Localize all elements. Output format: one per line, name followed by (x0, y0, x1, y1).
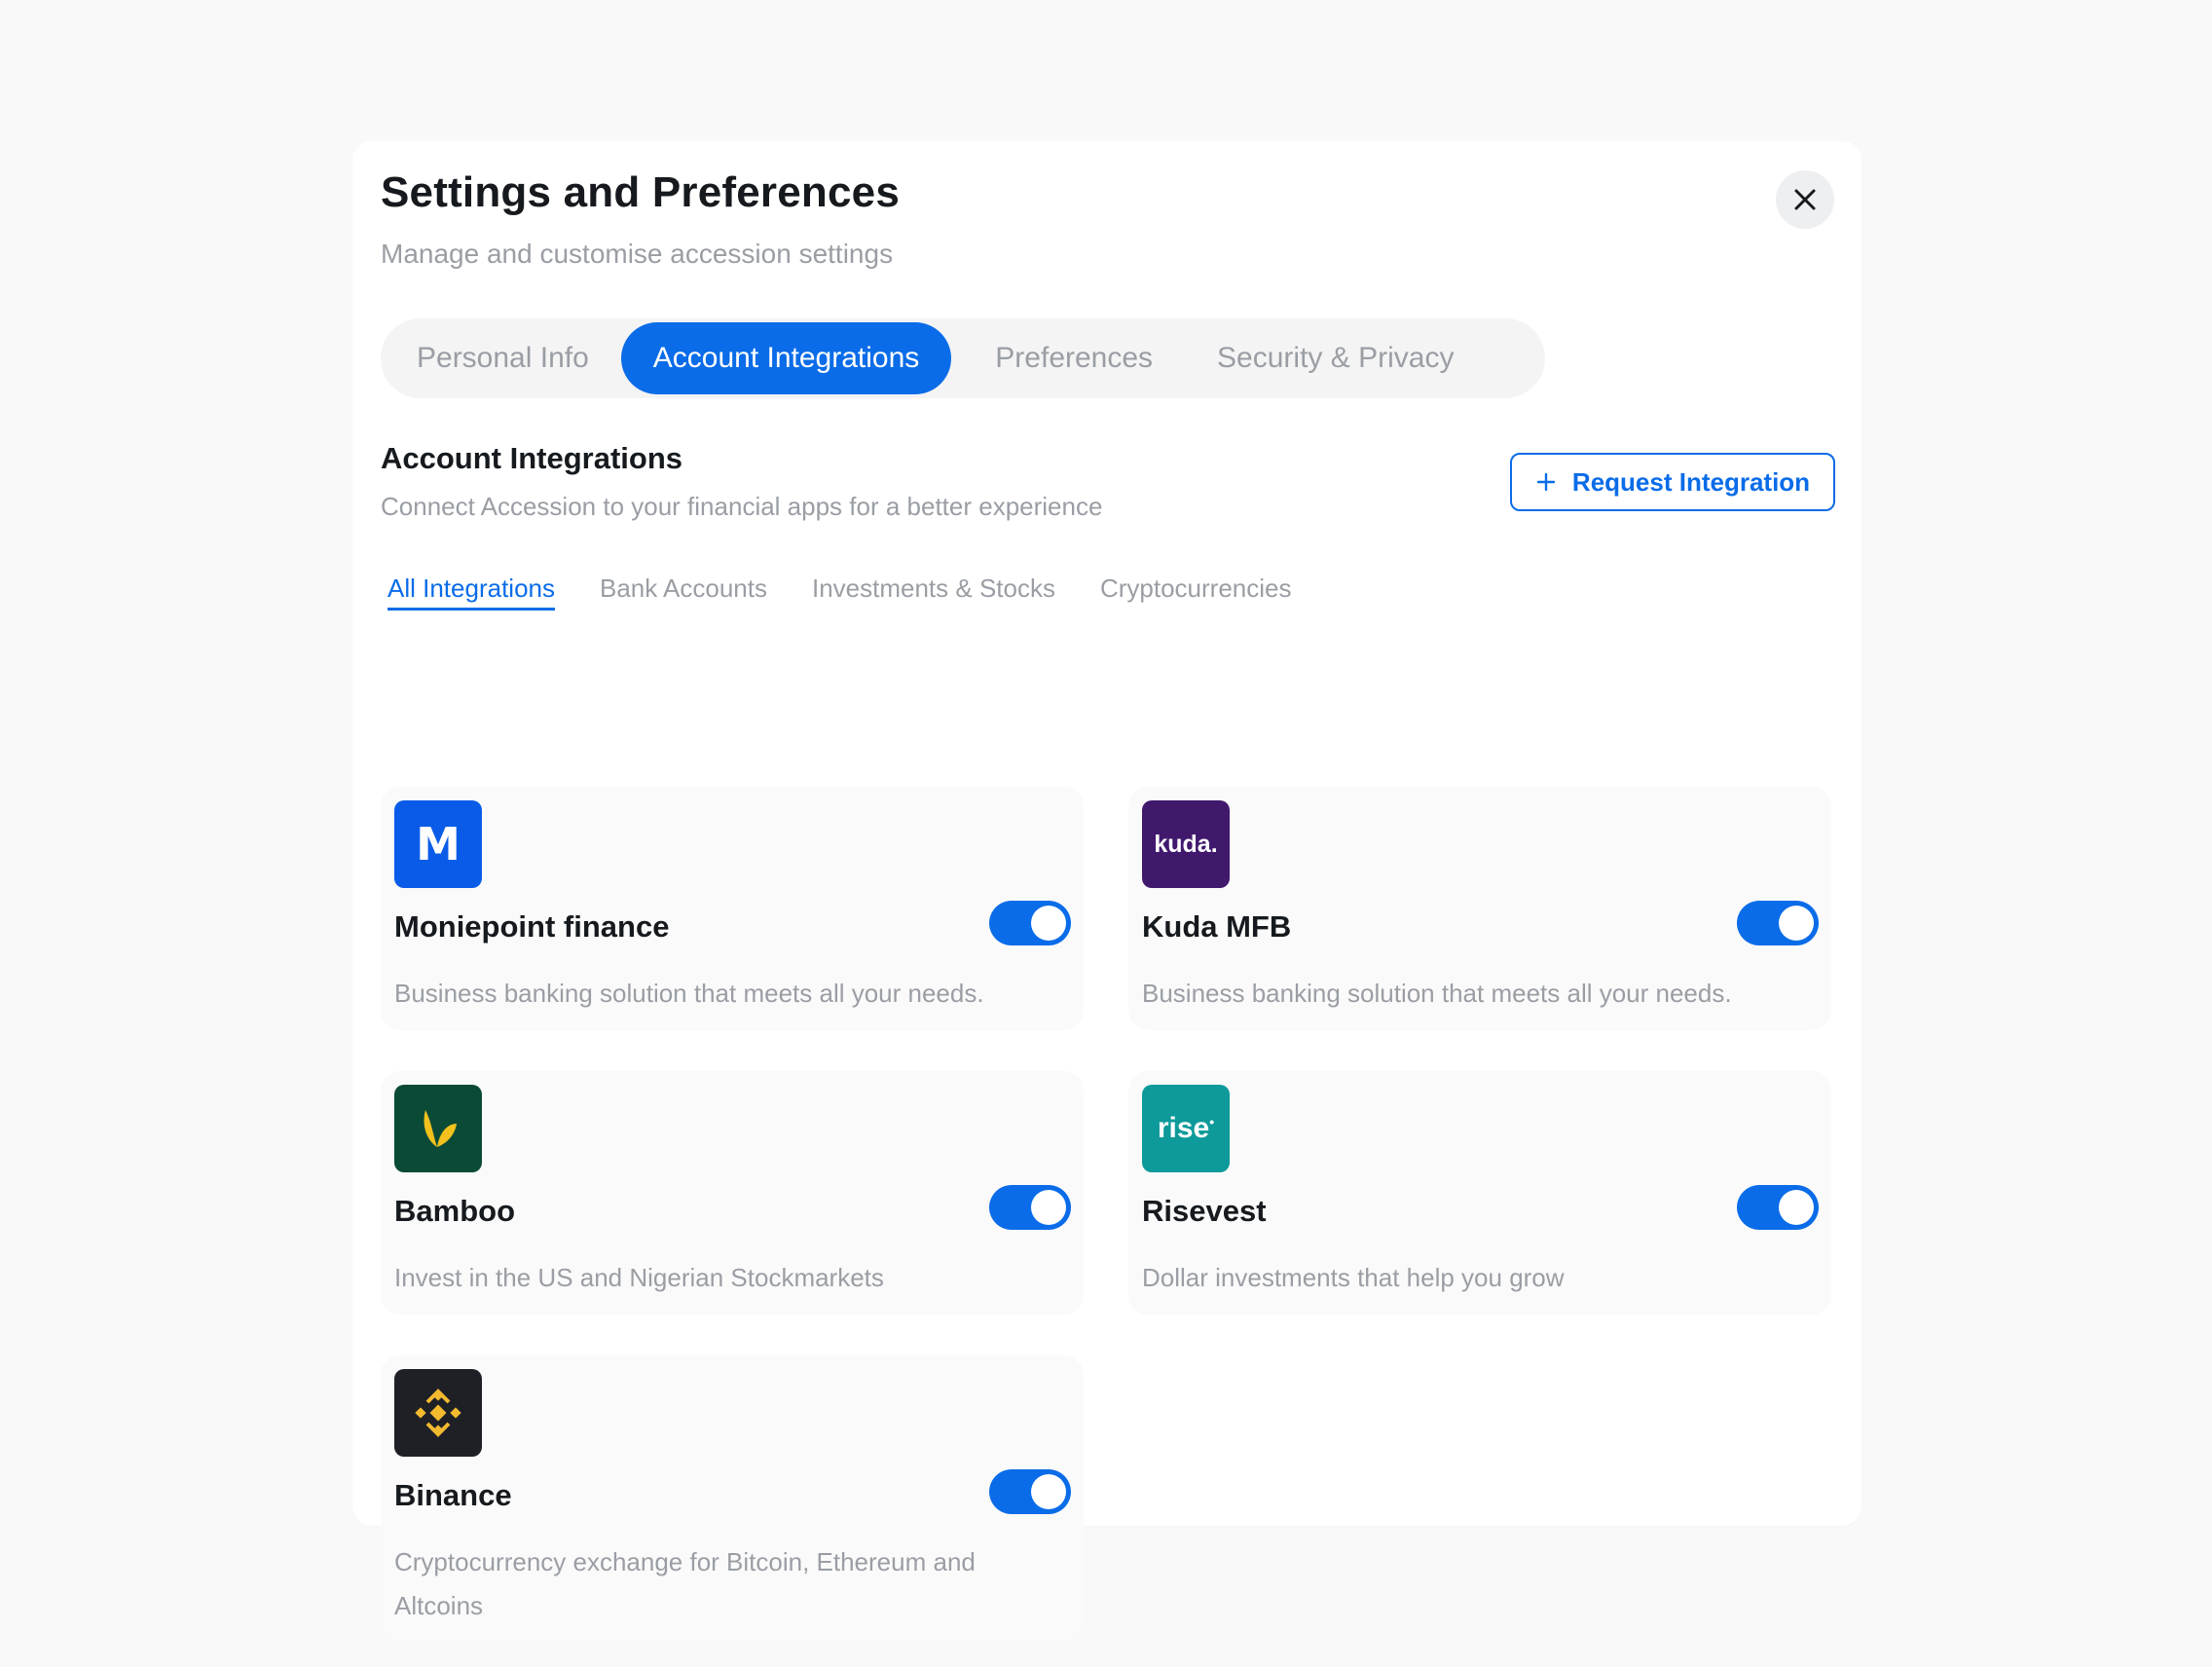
integration-toggle[interactable] (1737, 1185, 1819, 1230)
integration-toggle[interactable] (989, 1185, 1071, 1230)
integration-name: Kuda MFB (1142, 909, 1292, 944)
toggle-knob (1031, 1474, 1066, 1509)
integration-toggle[interactable] (989, 901, 1071, 945)
bamboo-logo (394, 1085, 482, 1172)
tab-account-integrations[interactable]: Account Integrations (620, 322, 952, 394)
kuda-logo: kuda. (1142, 800, 1230, 888)
section-subtitle: Connect Accession to your financial apps… (381, 492, 1103, 521)
subtab-cryptocurrencies[interactable]: Cryptocurrencies (1100, 574, 1292, 611)
integration-name: Bamboo (394, 1194, 515, 1228)
binance-logo (394, 1369, 482, 1457)
integration-toggle[interactable] (1737, 901, 1819, 945)
rise-logo-text: rise (1157, 1112, 1210, 1144)
moniepoint-logo: M (394, 800, 482, 888)
integration-description: Business banking solution that meets all… (1142, 979, 1732, 1008)
integration-name: Binance (394, 1478, 512, 1512)
bamboo-leaf-icon (424, 1110, 457, 1147)
close-button[interactable] (1776, 170, 1834, 229)
toggle-knob (1779, 1190, 1814, 1225)
integration-description: Invest in the US and Nigerian Stockmarke… (394, 1263, 884, 1292)
toggle-knob (1779, 906, 1814, 941)
integration-card-moniepoint: M Moniepoint finance Business banking so… (381, 787, 1084, 1030)
integration-description: Business banking solution that meets all… (394, 979, 984, 1008)
section-title: Account Integrations (381, 441, 683, 475)
integration-card-bamboo: Bamboo Invest in the US and Nigerian Sto… (381, 1071, 1084, 1315)
modal-title: Settings and Preferences (381, 168, 900, 216)
integration-toggle[interactable] (989, 1469, 1071, 1514)
settings-modal: Settings and Preferences Manage and cust… (352, 141, 1862, 1640)
moniepoint-logo-text: M (416, 818, 461, 871)
integrations-grid: M Moniepoint finance Business banking so… (381, 646, 1835, 1640)
kuda-logo-text: kuda. (1154, 830, 1218, 858)
rise-logo-dot: • (1209, 1114, 1215, 1130)
subtab-all-integrations[interactable]: All Integrations (387, 574, 555, 611)
integration-name: Risevest (1142, 1194, 1267, 1228)
integration-card-binance: Binance Cryptocurrency exchange for Bitc… (381, 1355, 1084, 1640)
modal-subtitle: Manage and customise accession settings (381, 239, 894, 269)
request-integration-label: Request Integration (1571, 466, 1811, 497)
request-integration-button[interactable]: Request Integration (1510, 453, 1835, 511)
tab-personal-info[interactable]: Personal Info (385, 322, 621, 394)
subtab-bank-accounts[interactable]: Bank Accounts (600, 574, 767, 611)
integration-name: Moniepoint finance (394, 909, 670, 944)
binance-diamond-icon (415, 1389, 461, 1437)
integration-filter-tabs: All Integrations Bank Accounts Investmen… (387, 574, 1291, 611)
toggle-knob (1031, 1190, 1066, 1225)
tab-preferences[interactable]: Preferences (963, 322, 1185, 394)
close-icon (1794, 189, 1816, 210)
tab-security-privacy[interactable]: Security & Privacy (1185, 322, 1486, 394)
toggle-knob (1031, 906, 1066, 941)
integration-description: Dollar investments that help you grow (1142, 1263, 1565, 1292)
plus-icon (1536, 472, 1556, 492)
settings-tabs: Personal Info Account Integrations Prefe… (381, 318, 1545, 398)
integration-description: Cryptocurrency exchange for Bitcoin, Eth… (394, 1547, 976, 1620)
subtab-investments-stocks[interactable]: Investments & Stocks (812, 574, 1055, 611)
integration-card-risevest: rise • Risevest Dollar investments that … (1128, 1071, 1831, 1315)
rise-logo: rise • (1142, 1085, 1230, 1172)
integration-card-kuda: kuda. Kuda MFB Business banking solution… (1128, 787, 1831, 1030)
